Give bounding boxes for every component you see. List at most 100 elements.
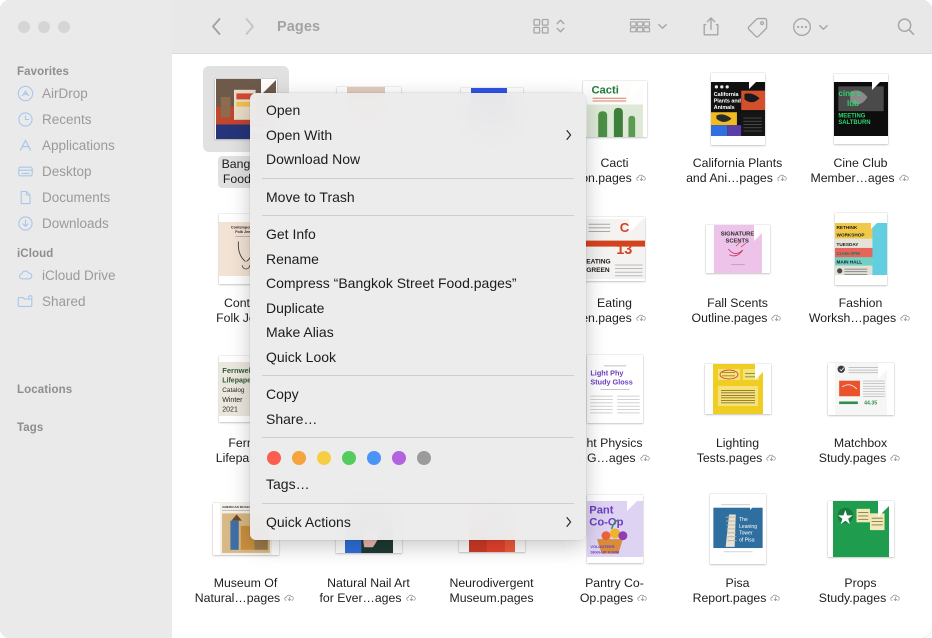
forward-icon[interactable] [244, 17, 255, 36]
menu-item-rename[interactable]: Rename [250, 247, 586, 272]
svg-text:WORKSHOP: WORKSHOP [836, 233, 864, 238]
menu-item-tags[interactable]: Tags… [250, 472, 586, 497]
sidebar-item-downloads[interactable]: Downloads [0, 210, 172, 236]
menu-item-get-info[interactable]: Get Info [250, 222, 586, 247]
file-item[interactable]: SIGNATURE SCENTS Fall Scents Outline.pages [676, 200, 799, 340]
minimize-button[interactable] [38, 21, 50, 33]
file-label: Lighting Tests.pages [697, 436, 779, 466]
svg-text:RETHINK: RETHINK [836, 225, 857, 230]
window-controls[interactable] [18, 21, 70, 33]
file-label: Pisa Report.pages [693, 576, 783, 606]
menu-item-download-now[interactable]: Download Now [250, 147, 586, 172]
svg-text:11AM-3PM: 11AM-3PM [836, 251, 859, 256]
context-menu[interactable]: Open Open With Download Now Move to Trash Ge… [250, 93, 586, 540]
document-icon: SIGNATURE SCENTS [705, 225, 770, 273]
desktop-icon [18, 166, 33, 176]
menu-item-open[interactable]: Open [250, 98, 586, 123]
menu-item-open-with[interactable]: Open With [250, 123, 586, 148]
ellipsis-circle-icon [793, 18, 811, 36]
svg-text:California: California [713, 92, 739, 98]
document-icon: Cacti [582, 81, 647, 137]
applications-icon [19, 139, 32, 151]
svg-text:Tower: Tower [739, 531, 753, 537]
sidebar-section-favorites: Favorites AirDrop Recents Applications D… [0, 64, 172, 236]
more-button[interactable] [790, 15, 830, 39]
menu-item-label: Make Alias [266, 324, 334, 341]
sidebar-item-icloud-drive[interactable]: iCloud Drive [0, 262, 172, 288]
file-item[interactable]: The Leaning Tower of Pisa Pisa Report.pages [676, 480, 799, 620]
sidebar-item-airdrop[interactable]: AirDrop [0, 80, 172, 106]
menu-item-label: Compress “Bangkok Street Food.pages” [266, 275, 517, 292]
menu-item-copy[interactable]: Copy [250, 382, 586, 407]
menu-separator [262, 437, 574, 438]
sidebar-item-label: Applications [42, 137, 115, 153]
svg-text:44.35: 44.35 [864, 401, 877, 407]
svg-text:TUESDAY: TUESDAY [836, 242, 859, 247]
svg-text:Pant: Pant [589, 504, 614, 516]
tag-dot-green[interactable] [342, 451, 356, 465]
sidebar-item-label: AirDrop [42, 85, 88, 101]
share-icon[interactable] [700, 15, 722, 39]
svg-text:Light Phy: Light Phy [590, 369, 623, 378]
zoom-button[interactable] [58, 21, 70, 33]
sidebar-item-label: iCloud Drive [42, 267, 116, 283]
file-item[interactable]: RETHINK WORKSHOP TUESDAY 11AM-3PM MAIN HALL F… [799, 200, 922, 340]
sidebar-item-desktop[interactable]: Desktop [0, 158, 172, 184]
file-item[interactable]: California Plants and Animals California Pl… [676, 60, 799, 200]
file-thumbnail: 44.35 [818, 346, 904, 432]
tag-dot-orange[interactable] [292, 451, 306, 465]
menu-item-label: Move to Trash [266, 188, 355, 205]
file-item[interactable]: 44.35 Matchbox Study.pages [799, 340, 922, 480]
more-chevron-icon[interactable] [817, 16, 830, 38]
sidebar-item-documents[interactable]: Documents [0, 184, 172, 210]
menu-item-make-alias[interactable]: Make Alias [250, 320, 586, 345]
file-item[interactable]: Props Study.pages [799, 480, 922, 620]
navigation-buttons[interactable] [211, 17, 255, 36]
file-label: Eating en.pages [581, 296, 648, 326]
menu-item-quick-actions[interactable]: Quick Actions [250, 510, 586, 535]
sidebar-header-icloud: iCloud [17, 248, 54, 260]
submenu-chevron-icon [566, 129, 572, 140]
sidebar-section-tags: Tags [0, 420, 172, 436]
file-label: Fashion Worksh…pages [809, 296, 912, 326]
menu-item-move-to-trash[interactable]: Move to Trash [250, 185, 586, 210]
sidebar-item-shared[interactable]: Shared [0, 288, 172, 314]
menu-item-share[interactable]: Share… [250, 407, 586, 432]
menu-item-duplicate[interactable]: Duplicate [250, 296, 586, 321]
file-item[interactable]: cine c lub MEETING SALTBURN Cine Club Member…… [799, 60, 922, 200]
file-label: Neurodivergent Museum.pages [449, 576, 534, 605]
menu-item-label: Share… [266, 410, 318, 427]
svg-text:Cacti: Cacti [591, 84, 618, 96]
sidebar-item-applications[interactable]: Applications [0, 132, 172, 158]
tag-dot-blue[interactable] [367, 451, 381, 465]
group-chevron-icon[interactable] [656, 15, 669, 37]
submenu-chevron-icon [566, 516, 572, 527]
tag-dot-yellow[interactable] [317, 451, 331, 465]
tag-icon[interactable] [744, 15, 770, 39]
svg-text:of Pisa: of Pisa [739, 537, 755, 543]
document-icon: California Plants and Animals [710, 73, 765, 145]
tag-color-row[interactable] [250, 444, 586, 472]
page-title: Pages [277, 19, 321, 35]
icon-view-button[interactable] [530, 15, 566, 37]
svg-text:GREEN: GREEN [586, 267, 610, 274]
back-icon[interactable] [211, 17, 222, 36]
document-icon [20, 190, 31, 204]
tag-dot-purple[interactable] [392, 451, 406, 465]
group-by-button[interactable] [627, 15, 669, 37]
tag-dot-red[interactable] [267, 451, 281, 465]
cloud-icon [19, 270, 33, 279]
file-item[interactable]: Lighting Tests.pages [676, 340, 799, 480]
file-label: Museum Of Natural…pages [195, 576, 296, 606]
menu-item-quick-look[interactable]: Quick Look [250, 345, 586, 370]
svg-text:Fernweh: Fernweh [222, 366, 253, 375]
close-button[interactable] [18, 21, 30, 33]
search-icon[interactable] [894, 15, 918, 39]
file-thumbnail: RETHINK WORKSHOP TUESDAY 11AM-3PM MAIN HALL [818, 206, 904, 292]
file-label: Fall Scents Outline.pages [692, 296, 784, 326]
menu-item-compress-bangkok-street-food-pages[interactable]: Compress “Bangkok Street Food.pages” [250, 271, 586, 296]
view-sort-chevron-icon[interactable] [555, 15, 566, 37]
sidebar-item-recents[interactable]: Recents [0, 106, 172, 132]
svg-text:Plants and: Plants and [713, 99, 740, 105]
tag-dot-gray[interactable] [417, 451, 431, 465]
